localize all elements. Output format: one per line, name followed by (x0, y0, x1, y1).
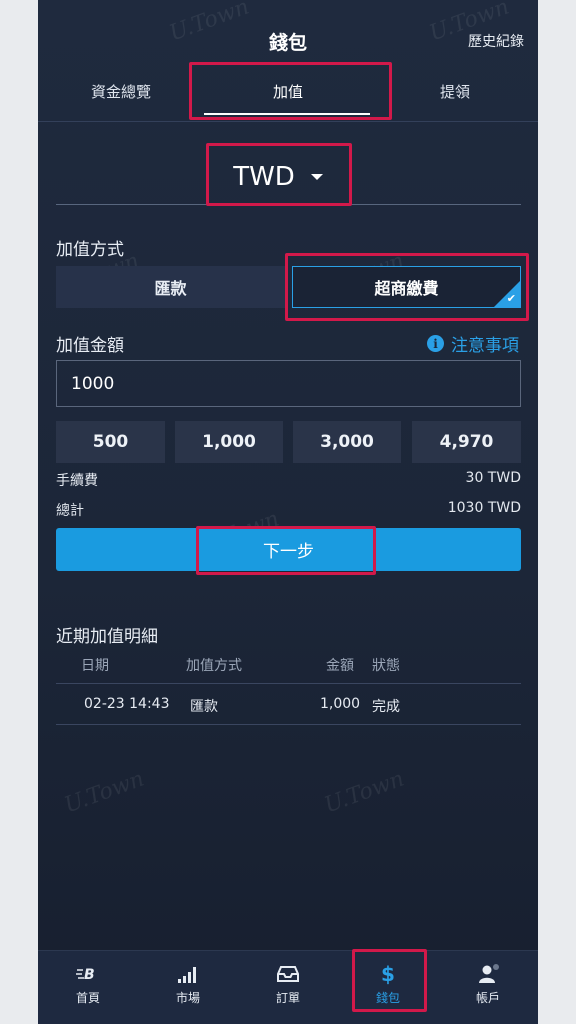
table-cell-amount: 1,000 (320, 696, 361, 712)
wallet-tabs: 資金總覽 加值 提領 (38, 62, 538, 120)
svg-text:B: B (84, 967, 95, 983)
signal-bars-icon (177, 963, 199, 985)
nav-label: 錢包 (375, 991, 400, 1005)
table-cell-date: 02-23 14:43 (84, 696, 170, 712)
watermark: U.Town (321, 766, 408, 819)
nav-orders[interactable]: 訂單 (238, 951, 338, 1024)
amount-input[interactable] (56, 360, 521, 407)
column-header-amount: 金額 (326, 658, 354, 674)
method-bank-transfer-button[interactable]: 匯款 (56, 266, 285, 308)
total-row: 總計 1030 TWD (56, 500, 521, 520)
fee-row: 手續費 30 TWD (56, 470, 521, 490)
nav-label: 市場 (175, 991, 200, 1005)
column-header-date: 日期 (81, 658, 109, 674)
active-tab-indicator (204, 113, 370, 115)
deposit-method-label: 加值方式 (56, 240, 124, 260)
method-convenience-store-button[interactable]: 超商繳費 ✔ (292, 266, 521, 308)
logo-icon: B (75, 963, 101, 985)
inbox-icon (277, 963, 299, 985)
watermark: U.Town (61, 766, 148, 819)
caret-down-icon (310, 174, 323, 180)
amount-label: 加值金額 (56, 336, 124, 356)
preset-amount-button[interactable]: 4,970 (412, 421, 521, 463)
table-cell-status: 完成 (372, 699, 400, 715)
currency-value: TWD (233, 162, 295, 192)
total-value: 1030 TWD (447, 500, 521, 516)
divider (56, 204, 521, 205)
check-icon: ✔ (506, 292, 516, 305)
dollar-icon: $ (381, 962, 395, 986)
total-label: 總計 (56, 503, 84, 519)
recent-deposits-title: 近期加值明細 (56, 627, 158, 647)
divider (38, 121, 538, 122)
nav-label: 帳戶 (475, 991, 500, 1005)
history-link[interactable]: 歷史紀錄 (468, 31, 524, 51)
nav-market[interactable]: 市場 (138, 951, 238, 1024)
fee-value: 30 TWD (465, 470, 521, 486)
nav-label: 訂單 (275, 991, 300, 1005)
preset-amount-button[interactable]: 500 (56, 421, 165, 463)
tab-withdraw[interactable]: 提領 (372, 62, 538, 120)
notes-link[interactable]: i 注意事項 (427, 331, 519, 356)
tab-deposit[interactable]: 加值 (204, 62, 372, 120)
column-header-method: 加值方式 (186, 658, 242, 674)
nav-label: 首頁 (75, 991, 100, 1005)
nav-home[interactable]: B 首頁 (38, 951, 138, 1024)
page-title: 錢包 (268, 32, 307, 54)
divider (56, 683, 521, 684)
currency-selector[interactable]: TWD (208, 152, 348, 202)
next-step-button[interactable]: 下一步 (56, 528, 521, 571)
info-icon: i (427, 335, 444, 352)
preset-amount-button[interactable]: 1,000 (175, 421, 283, 463)
tab-overview[interactable]: 資金總覽 (38, 62, 204, 120)
notes-label: 注意事項 (451, 336, 519, 356)
column-header-status: 狀態 (372, 658, 400, 674)
nav-account[interactable]: 帳戶 (438, 951, 538, 1024)
nav-wallet[interactable]: $ 錢包 (338, 951, 438, 1024)
wallet-screen: U.Town U.Town U.Town U.Town U.Town U.Tow… (38, 0, 538, 1024)
method-option-label: 超商繳費 (374, 279, 439, 298)
divider (56, 724, 521, 725)
preset-amount-button[interactable]: 3,000 (293, 421, 401, 463)
bottom-navigation: B 首頁 市場 訂單 $ 錢包 帳戶 (38, 950, 538, 1024)
fee-label: 手續費 (56, 473, 98, 489)
user-icon (476, 963, 500, 985)
table-cell-method: 匯款 (190, 699, 218, 715)
